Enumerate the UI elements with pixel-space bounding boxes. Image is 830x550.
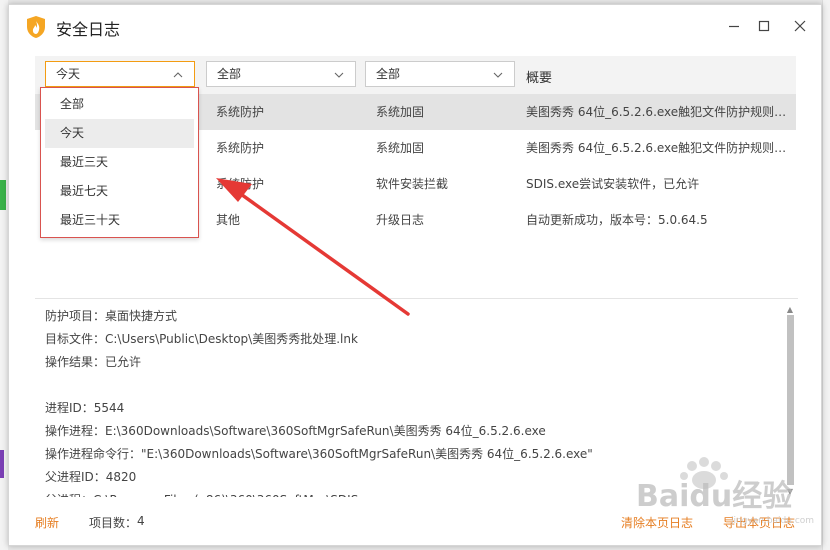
period-option-30days[interactable]: 最近三十天 xyxy=(45,206,194,235)
detail-line: 操作结果：已允许 xyxy=(45,355,142,369)
background-app-right xyxy=(822,0,830,550)
row-category: 升级日志 xyxy=(376,213,425,227)
minimize-button[interactable] xyxy=(723,15,745,37)
summary-column-header: 概要 xyxy=(526,71,553,86)
chevron-down-icon xyxy=(334,72,344,78)
category-select[interactable]: 全部 xyxy=(365,61,515,87)
row-type: 系统防护 xyxy=(216,105,265,119)
chevron-down-icon xyxy=(493,72,503,78)
baidu-watermark-logo: Baidu经验 jingyan.baidu.com xyxy=(636,457,814,526)
item-count-value: 4 xyxy=(137,514,145,528)
detail-line xyxy=(35,374,780,397)
row-summary: 美图秀秀 64位_6.5.2.6.exe触犯文件防护规则，已... xyxy=(526,141,792,155)
period-select-value: 今天 xyxy=(56,67,81,81)
maximize-button[interactable] xyxy=(753,15,775,37)
item-count-label: 项目数： xyxy=(89,516,138,530)
detail-line: 进程ID：5544 xyxy=(45,401,125,415)
row-summary: 美图秀秀 64位_6.5.2.6.exe触犯文件防护规则，已... xyxy=(526,105,792,119)
scroll-up-icon[interactable]: ▲ xyxy=(784,305,796,315)
detail-line: 目标文件：C:\Users\Public\Desktop\美图秀秀批处理.lnk xyxy=(45,332,358,346)
category-select-value: 全部 xyxy=(376,67,401,81)
window-title: 安全日志 xyxy=(56,20,121,39)
minimize-icon xyxy=(729,25,739,28)
type-select-value: 全部 xyxy=(217,67,242,81)
maximize-icon xyxy=(758,20,770,32)
watermark-text: Baidu经验 xyxy=(636,479,792,514)
row-type: 其他 xyxy=(216,213,241,227)
row-type: 系统防护 xyxy=(216,141,265,155)
period-option-all[interactable]: 全部 xyxy=(45,90,194,119)
watermark-url: jingyan.baidu.com xyxy=(730,516,814,526)
detail-divider xyxy=(35,298,798,299)
row-summary: 自动更新成功，版本号：5.0.64.5 xyxy=(526,213,708,227)
row-category: 系统加固 xyxy=(376,141,425,155)
period-option-today[interactable]: 今天 xyxy=(45,119,194,148)
close-icon xyxy=(794,20,806,32)
period-dropdown-menu: 全部 今天 最近三天 最近七天 最近三十天 xyxy=(40,87,199,238)
detail-line: 防护项目：桌面快捷方式 xyxy=(45,309,178,323)
shield-flame-icon xyxy=(27,16,45,38)
type-select[interactable]: 全部 xyxy=(206,61,356,87)
row-summary: SDIS.exe尝试安装软件，已允许 xyxy=(526,177,700,191)
detail-line: 操作进程：E:\360Downloads\Software\360SoftMgr… xyxy=(45,424,546,438)
close-button[interactable] xyxy=(789,15,811,37)
row-category: 系统加固 xyxy=(376,105,425,119)
background-green-tab xyxy=(0,180,6,210)
period-option-7days[interactable]: 最近七天 xyxy=(45,177,194,206)
chevron-up-icon xyxy=(173,72,183,78)
title-bar[interactable]: 安全日志 xyxy=(9,5,821,47)
background-app-left xyxy=(0,0,8,550)
row-category: 软件安装拦截 xyxy=(376,177,449,191)
row-type: 系统防护 xyxy=(216,177,265,191)
background-purple-mark xyxy=(0,450,4,478)
period-option-3days[interactable]: 最近三天 xyxy=(45,148,194,177)
period-select[interactable]: 今天 xyxy=(45,61,195,87)
refresh-link[interactable]: 刷新 xyxy=(35,514,59,531)
